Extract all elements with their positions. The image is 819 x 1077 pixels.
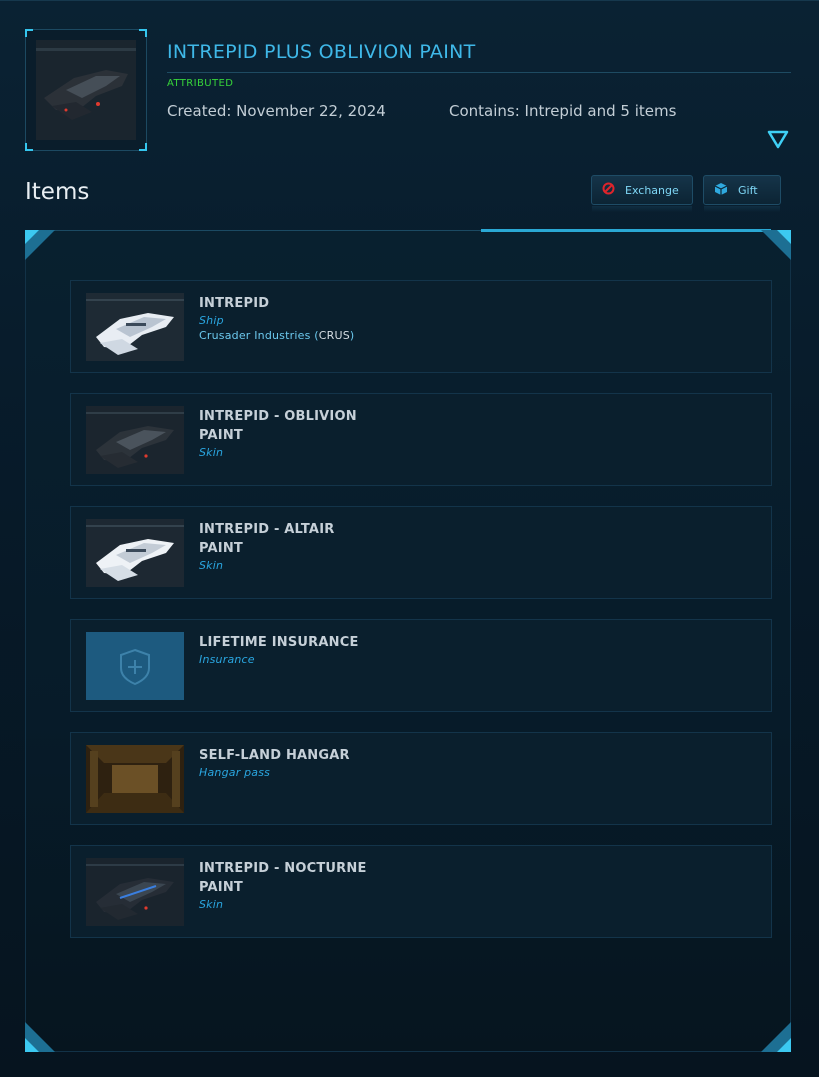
ship-image [36,40,136,140]
list-item[interactable]: LIFETIME INSURANCE Insurance [70,619,772,712]
gift-cube-icon [714,182,728,199]
item-manufacturer: Crusader Industries (CRUS) [199,329,355,342]
frame-corner [25,143,33,151]
list-item[interactable]: SELF-LAND HANGAR Hangar pass [70,732,772,825]
item-details: SELF-LAND HANGAR Hangar pass [199,746,379,780]
item-name: INTREPID - ALTAIR PAINT [199,522,335,556]
ship-image [86,406,184,474]
status-badge: ATTRIBUTED [167,78,234,89]
panel-corner [761,230,791,260]
manufacturer-code: CRUS [318,329,350,342]
list-item[interactable]: INTREPID - OBLIVION PAINT Skin [70,393,772,486]
item-details: LIFETIME INSURANCE Insurance [199,633,379,667]
item-details: INTREPID - ALTAIR PAINT Skin [199,520,379,573]
insurance-image [86,632,184,700]
hangar-image [86,745,184,813]
pledge-title: INTREPID PLUS OBLIVION PAINT [167,41,476,63]
item-type: Skin [199,898,224,911]
panel-accent-line [481,229,771,232]
items-panel: INTREPID Ship Crusader Industries (CRUS)… [25,229,791,1052]
gift-button[interactable]: Gift [703,175,781,212]
ship-image [86,519,184,587]
no-entry-icon [602,182,615,198]
item-type: Hangar pass [199,766,271,779]
item-name: INTREPID - OBLIVION PAINT [199,409,357,443]
frame-corner [139,29,147,37]
list-item[interactable]: INTREPID - ALTAIR PAINT Skin [70,506,772,599]
pledge-thumbnail [25,29,147,151]
panel-corner [25,1022,55,1052]
item-name: SELF-LAND HANGAR [199,748,350,763]
item-name: INTREPID [199,296,270,311]
panel-corner [25,230,55,260]
item-details: INTREPID Ship Crusader Industries (CRUS) [199,294,379,343]
frame-corner [139,143,147,151]
contains-summary: Contains: Intrepid and 5 items [449,102,677,120]
item-type: Ship [199,314,224,327]
exchange-label: Exchange [625,183,679,197]
item-type: Skin [199,559,224,572]
dropdown-chevron-icon[interactable] [767,128,789,150]
list-item[interactable]: INTREPID Ship Crusader Industries (CRUS) [70,280,772,373]
gift-label: Gift [738,183,758,197]
panel-corner [761,1022,791,1052]
item-name: INTREPID - NOCTURNE PAINT [199,861,367,895]
item-details: INTREPID - NOCTURNE PAINT Skin [199,859,379,912]
list-item[interactable]: INTREPID - NOCTURNE PAINT Skin [70,845,772,938]
ship-image [86,858,184,926]
manufacturer-name: Crusader Industries [199,329,311,342]
ship-image [86,293,184,361]
pledge-page: INTREPID PLUS OBLIVION PAINT ATTRIBUTED … [0,0,819,1077]
item-type: Insurance [199,653,255,666]
title-divider [167,72,791,73]
frame-corner [25,29,33,37]
item-details: INTREPID - OBLIVION PAINT Skin [199,407,379,460]
item-name: LIFETIME INSURANCE [199,635,359,650]
item-type: Skin [199,446,224,459]
exchange-button[interactable]: Exchange [591,175,693,212]
items-heading: Items [25,179,90,205]
created-date: Created: November 22, 2024 [167,102,386,120]
